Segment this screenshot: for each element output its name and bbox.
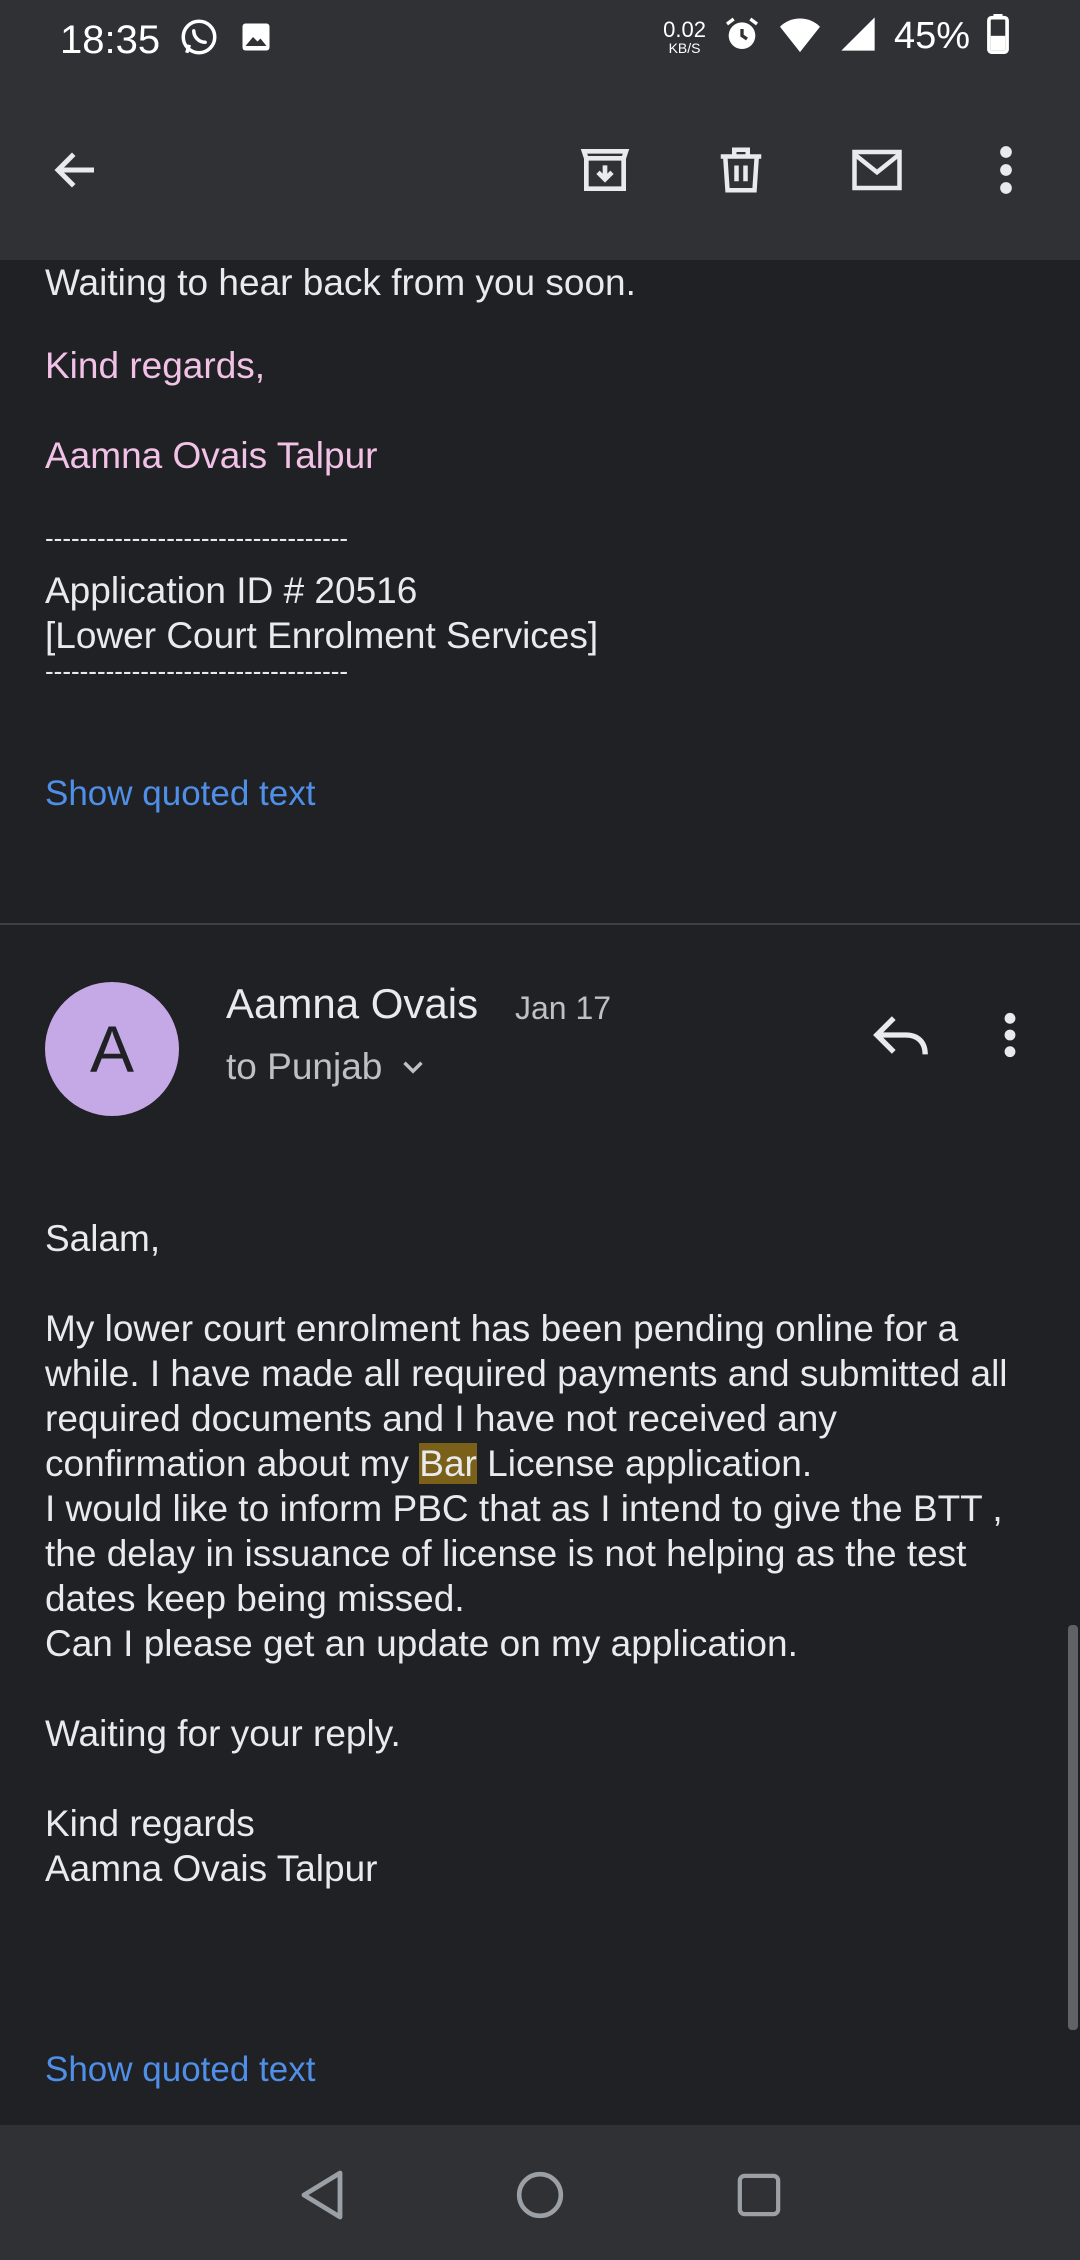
nav-back-button[interactable] <box>292 2165 352 2225</box>
separator-line: ----------------------------------- <box>45 656 349 686</box>
message-paragraph-2: I would like to inform PBC that as I int… <box>45 1488 1003 1619</box>
clock: 18:35 <box>60 18 161 62</box>
circle-home-icon <box>516 2171 564 2219</box>
message-closing-name: Aamna Ovais Talpur <box>45 1848 378 1889</box>
chevron-down-icon <box>403 1061 424 1074</box>
image-icon <box>238 19 274 60</box>
message-more-button[interactable] <box>985 1000 1035 1070</box>
search-highlight: Bar <box>419 1443 477 1484</box>
nav-recents-button[interactable] <box>729 2165 789 2225</box>
message-paragraph-4: Waiting for your reply. <box>45 1713 401 1754</box>
mark-unread-icon <box>852 149 902 191</box>
mark-unread-button[interactable] <box>843 136 911 204</box>
prev-message-text: Waiting to hear back from you soon. <box>45 262 636 303</box>
more-options-button[interactable] <box>972 136 1040 204</box>
square-recents-icon <box>737 2173 781 2217</box>
battery-icon <box>986 14 1010 59</box>
net-speed: 0.02 KB/S <box>663 16 706 56</box>
reply-icon <box>873 1016 928 1055</box>
message-paragraph-1: My lower court enrolment has been pendin… <box>45 1308 1008 1484</box>
back-button[interactable] <box>42 136 110 204</box>
battery-level: 45% <box>893 15 970 57</box>
app-toolbar <box>0 80 1080 260</box>
message-divider <box>0 923 1080 925</box>
prev-message-regards: Kind regards, <box>45 345 266 386</box>
prev-message-signature: Aamna Ovais Talpur <box>45 435 378 476</box>
more-vert-icon <box>1000 146 1012 194</box>
reply-button[interactable] <box>866 1000 936 1070</box>
show-quoted-text-link[interactable]: Show quoted text <box>45 2047 315 2092</box>
show-quoted-text-link[interactable]: Show quoted text <box>45 771 315 816</box>
wifi-icon <box>778 14 822 59</box>
sender-name[interactable]: Aamna Ovais <box>226 980 478 1028</box>
delete-button[interactable] <box>707 136 775 204</box>
separator-line: ----------------------------------- <box>45 523 349 553</box>
service-name: [Lower Court Enrolment Services] <box>45 615 599 656</box>
message-closing: Kind regards <box>45 1803 255 1844</box>
whatsapp-icon <box>178 16 220 63</box>
more-vert-icon <box>1004 1012 1016 1058</box>
back-arrow-icon <box>54 152 94 188</box>
recipient-label: to Punjab <box>226 1046 383 1087</box>
status-bar: 18:35 0.02 KB/S 45% <box>0 0 1080 80</box>
alarm-icon <box>722 14 762 59</box>
nav-home-button[interactable] <box>510 2165 570 2225</box>
message-paragraph-3: Can I please get an update on my applica… <box>45 1623 798 1664</box>
archive-icon <box>580 149 630 191</box>
triangle-back-icon <box>301 2170 343 2220</box>
scrollbar[interactable] <box>1068 1625 1078 2030</box>
archive-button[interactable] <box>571 136 639 204</box>
message-greeting: Salam, <box>45 1218 161 1259</box>
email-thread[interactable]: Waiting to hear back from you soon. Kind… <box>0 260 1080 2125</box>
delete-icon <box>720 147 762 193</box>
application-id: Application ID # 20516 <box>45 570 418 611</box>
signal-icon <box>838 14 878 59</box>
system-nav-bar <box>0 2125 1080 2260</box>
avatar[interactable]: A <box>45 982 179 1116</box>
recipient-details-toggle[interactable]: to Punjab <box>226 1046 430 1088</box>
message-date: Jan 17 <box>515 990 612 1026</box>
